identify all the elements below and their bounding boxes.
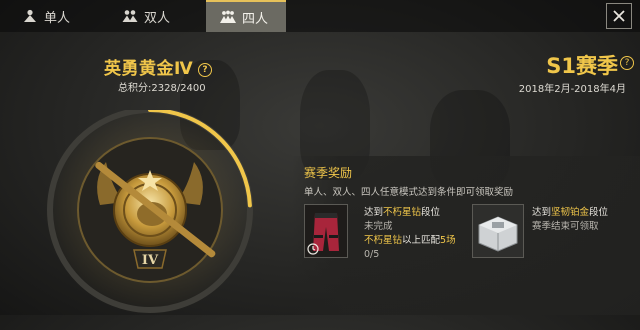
text-suffix: 段位: [421, 207, 441, 218]
reward-item-1-text: 达到不朽星钻段位 未完成 不朽星钻以上匹配5场 0/5: [364, 206, 456, 262]
season-name: S1赛季: [546, 54, 618, 78]
text-prefix: 达到: [364, 207, 384, 218]
rank-title: 英勇黄金Ⅳ?: [104, 54, 213, 79]
reward-item-1-match-req: 不朽星钻以上匹配5场: [364, 234, 456, 248]
reward-item-1-requirement: 达到不朽星钻段位: [364, 206, 456, 220]
req-rank: 不朽星钻: [364, 235, 403, 246]
rank-badge: IV: [45, 110, 255, 315]
tab-duo-label: 双人: [144, 10, 171, 26]
tab-duo[interactable]: 双人: [122, 0, 192, 32]
score-label: 总积分:: [118, 83, 152, 94]
crate-icon: [473, 205, 523, 257]
solo-icon: [24, 9, 36, 22]
duo-icon: [122, 10, 138, 22]
squad-icon: [220, 10, 236, 23]
reward-panel: 赛季奖励 单人、双人、四人任意模式达到条件即可领取奖励 达到不朽星钻段位 未完成…: [292, 156, 640, 315]
rank-score: 总积分:2328/2400: [118, 79, 206, 94]
reward-item-2-requirement: 达到坚韧铂金段位: [532, 206, 608, 220]
reward-item-1-progress: 0/5: [364, 249, 380, 260]
rank-numeral: IV: [142, 253, 159, 268]
reward-item-1-status: 未完成: [364, 221, 393, 232]
req-count: 5场: [440, 235, 456, 246]
rank-name: 英勇黄金Ⅳ: [104, 59, 194, 79]
tab-squad[interactable]: 四人: [206, 0, 286, 32]
score-value: 2328/2400: [151, 83, 206, 94]
reward-item-2-text: 达到坚韧铂金段位 赛季结束可领取: [532, 206, 608, 234]
tab-squad-label: 四人: [242, 11, 269, 27]
pants-icon: [305, 205, 347, 257]
rank-highlight: 坚韧铂金: [551, 207, 590, 218]
reward-title: 赛季奖励: [304, 166, 353, 180]
tab-solo[interactable]: 单人: [22, 0, 92, 32]
close-icon: [613, 10, 625, 22]
rank-highlight: 不朽星钻: [383, 207, 422, 218]
season-dates: 2018年2月-2018年4月: [518, 84, 626, 95]
reward-description: 单人、双人、四人任意模式达到条件即可领取奖励: [304, 187, 514, 198]
reward-item-1-thumb[interactable]: [304, 204, 348, 258]
mode-tab-bar: 单人 双人 四人: [0, 0, 640, 32]
reward-item-2-thumb[interactable]: [472, 204, 524, 258]
text-prefix: 达到: [532, 207, 552, 218]
help-icon[interactable]: ?: [198, 63, 213, 77]
season-help-icon[interactable]: ?: [620, 56, 634, 70]
text-suffix: 段位: [589, 207, 609, 218]
reward-item-2-status: 赛季结束可领取: [532, 221, 599, 232]
tab-solo-label: 单人: [44, 10, 71, 26]
close-button[interactable]: [606, 3, 632, 29]
req-text: 以上匹配: [402, 235, 441, 246]
